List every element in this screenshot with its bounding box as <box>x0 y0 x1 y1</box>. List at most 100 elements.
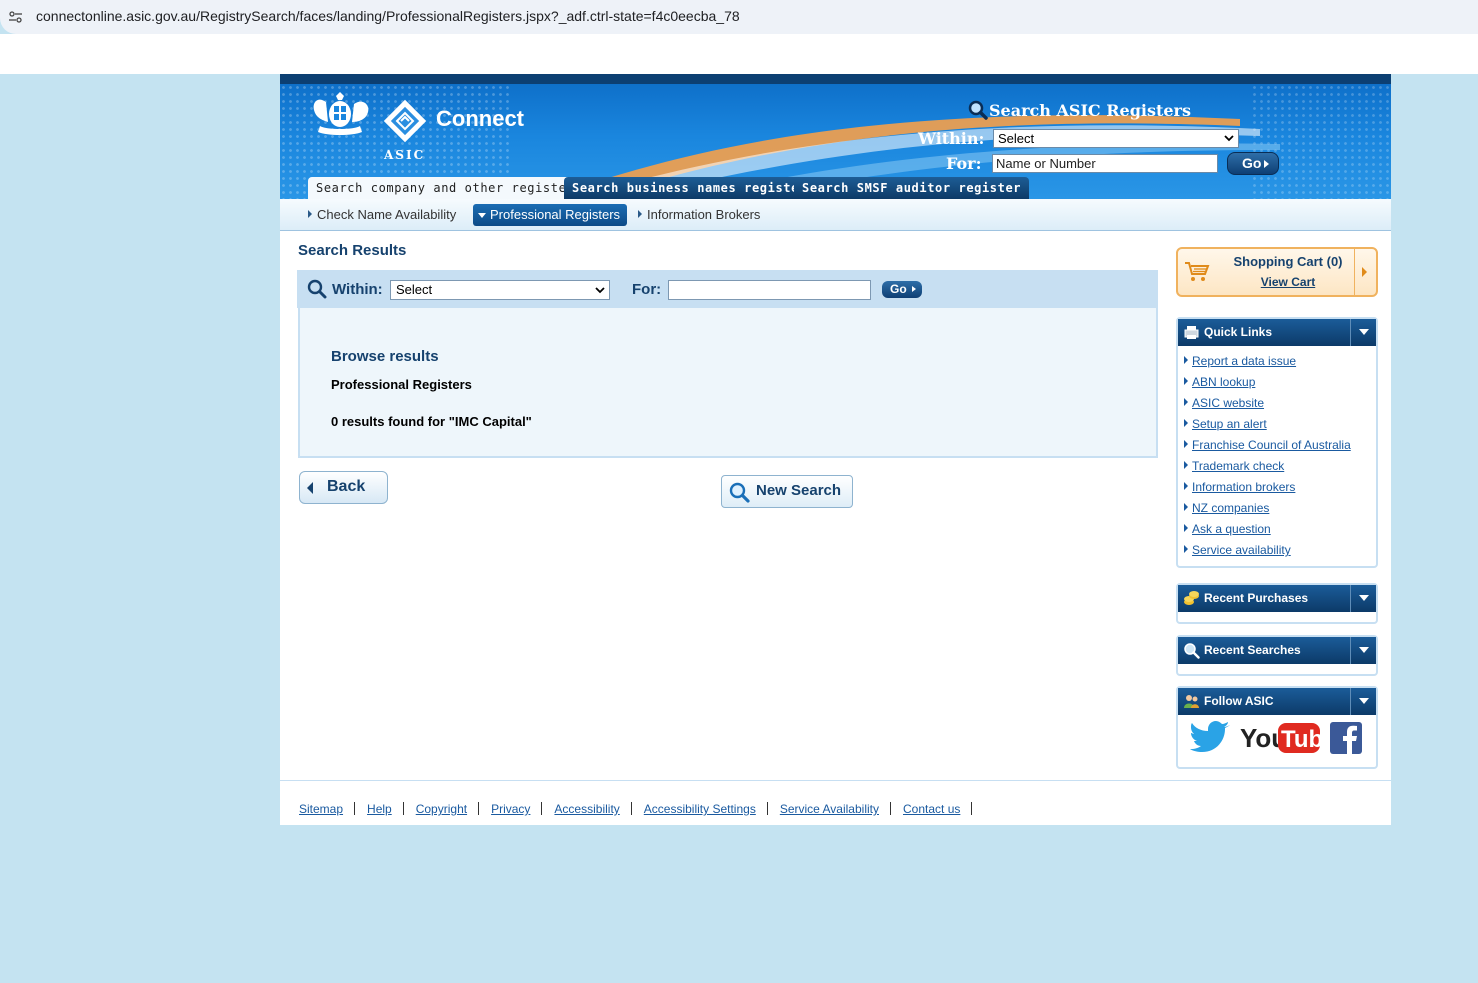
search-icon <box>307 279 327 299</box>
arrow-right-icon <box>638 210 642 218</box>
site-footer: Sitemap Help Copyright Privacy Accessibility… <box>280 780 1391 825</box>
results-search-bar: Within: Select For: Go <box>297 270 1158 308</box>
arrow-right-icon <box>1184 356 1188 364</box>
subnav-check-name-availability[interactable]: Check Name Availability <box>308 207 456 222</box>
footer-link-sitemap[interactable]: Sitemap <box>299 802 343 816</box>
browse-results-heading: Browse results <box>331 348 439 365</box>
twitter-icon[interactable] <box>1190 721 1232 757</box>
chevron-down-icon <box>1224 135 1234 142</box>
page-container: Connect ASIC Search ASIC Registers Withi… <box>280 74 1391 825</box>
quick-link-nz-companies[interactable]: NZ companies <box>1184 499 1376 520</box>
youtube-icon[interactable]: You Tube <box>1240 721 1322 755</box>
subnav-professional-registers[interactable]: Professional Registers <box>473 204 628 226</box>
quick-links-panel: Quick Links Report a data issue ABN look… <box>1176 317 1378 568</box>
recent-purchases-panel: Recent Purchases <box>1176 583 1378 624</box>
arrow-right-icon <box>1184 440 1188 448</box>
footer-link-copyright[interactable]: Copyright <box>416 802 467 816</box>
asic-diamond-logo-icon <box>383 99 427 143</box>
url-text[interactable]: connectonline.asic.gov.au/RegistrySearch… <box>36 8 740 24</box>
coat-of-arms-icon <box>313 92 369 135</box>
svg-text:Tube: Tube <box>1281 726 1322 753</box>
footer-links: Sitemap Help Copyright Privacy Accessibility… <box>299 802 984 816</box>
footer-link-privacy[interactable]: Privacy <box>491 802 530 816</box>
arrow-right-icon <box>1184 524 1188 532</box>
follow-asic-panel: Follow ASIC You Tube <box>1176 686 1378 769</box>
view-cart-link[interactable]: View Cart <box>1228 275 1348 289</box>
register-name: Professional Registers <box>331 377 472 392</box>
shopping-cart-widget[interactable]: Shopping Cart (0) View Cart <box>1176 247 1378 297</box>
chevron-down-icon[interactable] <box>1350 319 1376 346</box>
recent-purchases-header[interactable]: Recent Purchases <box>1178 585 1376 612</box>
new-search-button[interactable]: New Search <box>721 475 853 508</box>
tab-search-company[interactable]: Search company and other registers <box>308 177 591 199</box>
quick-links-header[interactable]: Quick Links <box>1178 319 1376 346</box>
search-icon <box>729 482 750 503</box>
chevron-down-icon[interactable] <box>1350 688 1376 715</box>
social-links: You Tube <box>1178 715 1376 767</box>
tab-search-smsf-auditor[interactable]: Search SMSF auditor register <box>794 177 1030 199</box>
quick-link-asic-website[interactable]: ASIC website <box>1184 394 1376 415</box>
asic-logo-text: ASIC <box>384 148 426 162</box>
for-input[interactable] <box>668 280 871 300</box>
quick-link-abn-lookup[interactable]: ABN lookup <box>1184 373 1376 394</box>
arrow-right-icon <box>1184 377 1188 385</box>
recent-searches-panel: Recent Searches <box>1176 635 1378 676</box>
results-panel: Browse results Professional Registers 0 … <box>298 308 1158 458</box>
arrow-right-icon <box>1184 419 1188 427</box>
footer-link-accessibility-settings[interactable]: Accessibility Settings <box>644 802 756 816</box>
quick-link-franchise-council[interactable]: Franchise Council of Australia <box>1184 436 1376 457</box>
back-button[interactable]: Back <box>299 471 388 504</box>
cart-title: Shopping Cart (0) <box>1233 254 1343 269</box>
within-select[interactable]: Select <box>390 280 610 300</box>
arrow-right-icon <box>1184 503 1188 511</box>
arrow-right-icon <box>912 286 916 292</box>
chevron-down-icon[interactable] <box>1350 585 1376 612</box>
shopping-cart-icon <box>1185 262 1210 281</box>
site-header: Connect ASIC Search ASIC Registers Withi… <box>280 74 1391 199</box>
printer-icon <box>1184 326 1199 339</box>
footer-link-help[interactable]: Help <box>367 802 392 816</box>
header-go-button[interactable]: Go <box>1227 152 1279 175</box>
for-label: For: <box>632 281 662 298</box>
header-search-input[interactable]: Name or Number <box>992 154 1218 173</box>
within-label: Within: <box>332 281 383 298</box>
brand-title: Connect <box>436 106 524 131</box>
arrow-right-icon <box>308 210 312 218</box>
footer-link-contact-us[interactable]: Contact us <box>903 802 960 816</box>
quick-link-report-data-issue[interactable]: Report a data issue <box>1184 352 1376 373</box>
site-settings-icon[interactable] <box>9 11 22 23</box>
follow-asic-header[interactable]: Follow ASIC <box>1178 688 1376 715</box>
facebook-icon[interactable] <box>1330 722 1362 754</box>
people-icon <box>1184 695 1199 708</box>
quick-link-information-brokers[interactable]: Information brokers <box>1184 478 1376 499</box>
header-for-label: For: <box>946 154 982 173</box>
arrow-right-icon[interactable] <box>1362 267 1367 277</box>
arrow-left-icon <box>307 482 313 494</box>
chevron-down-icon <box>595 287 605 294</box>
arrow-right-icon <box>1184 482 1188 490</box>
go-button[interactable]: Go <box>882 281 922 298</box>
header-search-title: Search ASIC Registers <box>989 101 1191 120</box>
tab-search-business-names[interactable]: Search business names register <box>564 177 815 199</box>
subnav-information-brokers[interactable]: Information Brokers <box>638 207 760 222</box>
quick-link-ask-question[interactable]: Ask a question <box>1184 520 1376 541</box>
recent-searches-header[interactable]: Recent Searches <box>1178 637 1376 664</box>
footer-link-service-availability[interactable]: Service Availability <box>780 802 879 816</box>
browser-toolbar-strip <box>0 34 1478 74</box>
arrow-right-icon <box>1184 398 1188 406</box>
header-within-label: Within: <box>918 129 985 148</box>
arrow-right-icon <box>1184 545 1188 553</box>
sub-navigation: Check Name Availability Professional Reg… <box>280 199 1391 231</box>
quick-link-service-availability[interactable]: Service availability <box>1184 541 1376 562</box>
quick-link-setup-alert[interactable]: Setup an alert <box>1184 415 1376 436</box>
magnifier-icon <box>1184 643 1200 659</box>
search-icon <box>968 100 988 120</box>
quick-links-list: Report a data issue ABN lookup ASIC webs… <box>1178 346 1376 566</box>
header-within-select[interactable]: Select <box>993 129 1239 148</box>
chevron-down-icon[interactable] <box>1350 637 1376 664</box>
quick-link-trademark-check[interactable]: Trademark check <box>1184 457 1376 478</box>
coins-icon <box>1184 591 1199 605</box>
browser-address-bar[interactable]: connectonline.asic.gov.au/RegistrySearch… <box>0 0 1478 34</box>
arrow-right-icon <box>1184 461 1188 469</box>
footer-link-accessibility[interactable]: Accessibility <box>554 802 619 816</box>
